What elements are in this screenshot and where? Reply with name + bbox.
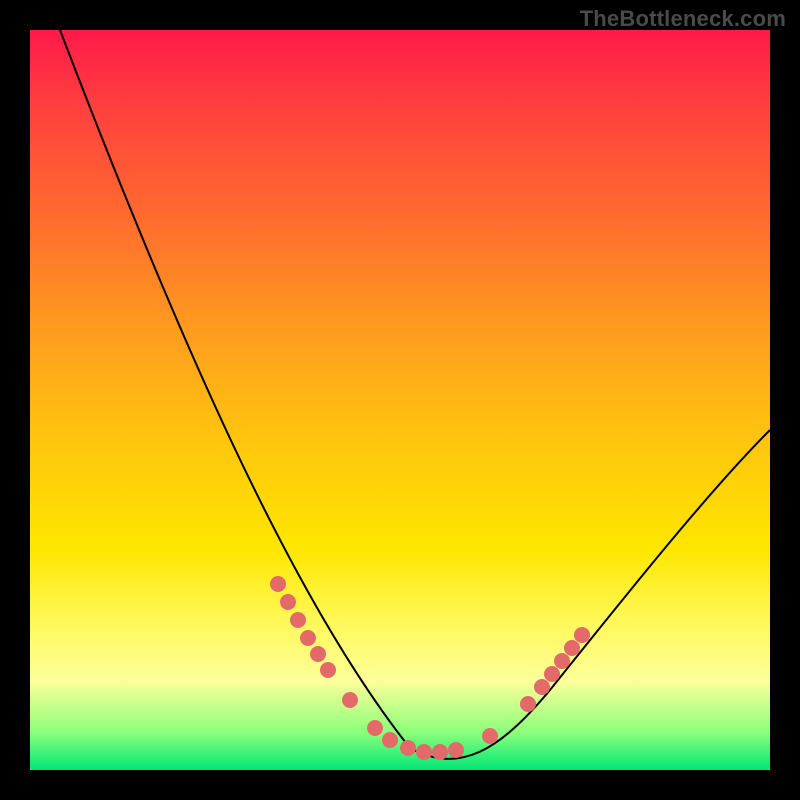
highlight-dot <box>520 696 536 712</box>
highlight-dot <box>320 662 336 678</box>
highlight-dot <box>416 744 432 760</box>
highlight-dot <box>448 742 464 758</box>
chart-svg <box>30 30 770 770</box>
highlight-dot <box>482 728 498 744</box>
watermark-text: TheBottleneck.com <box>580 6 786 32</box>
bottleneck-curve <box>60 30 770 759</box>
highlight-dot <box>544 666 560 682</box>
highlight-dot <box>564 640 580 656</box>
highlight-dot <box>367 720 383 736</box>
highlight-dot <box>342 692 358 708</box>
highlight-dot <box>280 594 296 610</box>
highlight-dot <box>534 679 550 695</box>
highlight-dot <box>400 740 416 756</box>
highlight-dot <box>574 627 590 643</box>
chart-plot-area <box>30 30 770 770</box>
highlight-dot <box>554 653 570 669</box>
highlight-dot <box>310 646 326 662</box>
highlight-dot <box>300 630 316 646</box>
highlight-dot <box>432 744 448 760</box>
highlight-dots-group <box>270 576 590 760</box>
highlight-dot <box>290 612 306 628</box>
highlight-dot <box>270 576 286 592</box>
highlight-dot <box>382 732 398 748</box>
